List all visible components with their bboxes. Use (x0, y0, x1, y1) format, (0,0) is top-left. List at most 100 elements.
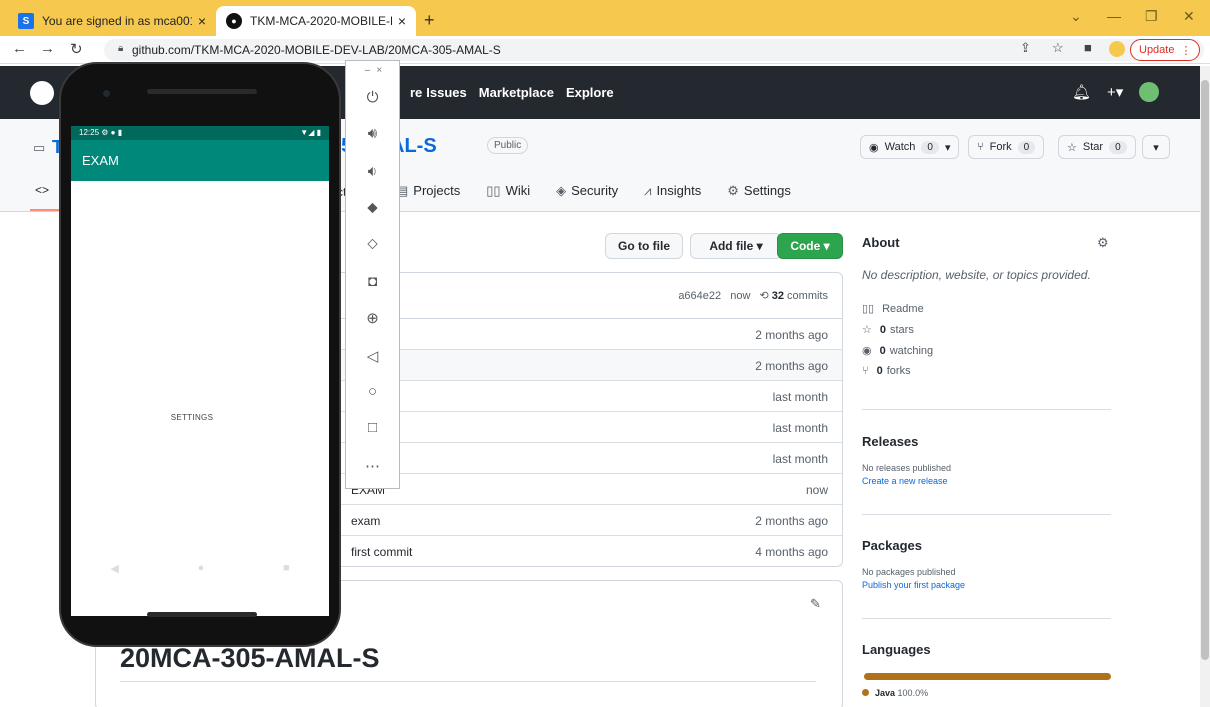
table-row[interactable]: last month (331, 443, 842, 474)
close-tab-icon[interactable]: × (198, 13, 206, 29)
file-name[interactable]: first commit (351, 545, 412, 559)
reload-icon[interactable]: ↻ (70, 40, 83, 58)
tab-insights[interactable]: ⩘ Insights (644, 183, 701, 199)
home-icon[interactable]: ○ (346, 383, 399, 400)
tab-projects[interactable]: ▤ Projects (396, 183, 460, 199)
create-release-link[interactable]: Create a new release (862, 476, 1112, 486)
browser-tabstrip: S You are signed in as mca001 × ● TKM-MC… (0, 0, 1210, 36)
divider (862, 409, 1111, 410)
edit-pencil-icon[interactable]: ✎ (810, 596, 821, 612)
commit-time: now (730, 290, 751, 302)
commit-count-label[interactable]: commits (787, 290, 828, 302)
overview-icon[interactable]: □ (346, 419, 399, 436)
nav-item-partial[interactable]: re (410, 85, 422, 100)
code-label: Code (790, 239, 821, 253)
table-row[interactable]: EXAM now (331, 474, 842, 505)
readme-link[interactable]: ▯▯ Readme (862, 302, 1112, 316)
watch-button[interactable]: ◉ Watch 0 ▾ (860, 135, 960, 159)
notification-bell-icon[interactable]: 🔔︎ (1072, 83, 1091, 101)
back-icon[interactable]: ◁ (346, 347, 399, 365)
active-tab-underline (30, 209, 60, 211)
camera-icon[interactable]: ◘ (346, 273, 399, 290)
table-row[interactable]: first commit 4 months ago (331, 536, 842, 566)
packages-section: Packages No packages published Publish y… (862, 538, 1112, 590)
new-tab-button[interactable]: + (424, 10, 435, 31)
power-icon[interactable]: ⏻ (346, 89, 399, 106)
volume-down-icon[interactable]: 🔉︎ (346, 163, 399, 180)
bookmark-star-icon[interactable]: ☆ (1052, 40, 1064, 56)
gear-icon[interactable]: ⚙ (1097, 235, 1109, 251)
file-name[interactable]: exam (351, 514, 380, 528)
page-scrollbar-thumb[interactable] (1201, 80, 1209, 660)
commit-count[interactable]: 32 (772, 290, 784, 302)
publish-package-link[interactable]: Publish your first package (862, 580, 1112, 590)
code-icon[interactable]: <> (35, 183, 49, 197)
packages-title[interactable]: Packages (862, 538, 1112, 553)
commit-hash[interactable]: a664e22 (678, 290, 721, 302)
browser-tab-github[interactable]: ● TKM-MCA-2020-MOBILE-DEV-LA × (216, 6, 416, 36)
share-icon[interactable]: ⇪ (1020, 40, 1031, 56)
file-time: 2 months ago (755, 514, 828, 528)
tab-security[interactable]: ◈ Security (556, 183, 618, 199)
eye-icon: ◉ (862, 345, 872, 357)
stars-count: 0 (879, 323, 886, 336)
update-button[interactable]: Update ⋮ (1130, 39, 1201, 61)
emulator-screen[interactable]: 12:25 ⚙ ● ▮ ▼◢ ▮ EXAM SETTINGS (71, 126, 329, 616)
create-new-icon[interactable]: +▾ (1107, 83, 1123, 101)
restore-icon[interactable]: ❐ (1145, 8, 1158, 25)
github-logo-icon[interactable] (30, 81, 54, 105)
releases-title[interactable]: Releases (862, 434, 1112, 449)
close-tab-icon[interactable]: × (398, 13, 406, 29)
history-icon: ⟲ (759, 290, 769, 302)
table-row[interactable]: last month (331, 381, 842, 412)
back-icon[interactable]: ← (12, 40, 27, 57)
star-count: 0 (1109, 140, 1127, 154)
side-panel-icon[interactable]: ■ (1084, 40, 1092, 55)
go-to-file-button[interactable]: Go to file (605, 233, 683, 259)
packages-empty: No packages published (862, 567, 956, 577)
settings-text[interactable]: SETTINGS (71, 413, 313, 422)
forks-link[interactable]: ⑂ 0 forks (862, 365, 1112, 377)
forward-icon[interactable]: → (40, 40, 55, 57)
browser-toolbar: ← → ↻ 🔒︎ github.com/TKM-MCA-2020-MOBILE-… (0, 36, 1210, 64)
more-icon[interactable]: ⋯ (346, 457, 399, 475)
star-dropdown-button[interactable]: ▾ (1142, 135, 1170, 159)
back-icon[interactable]: ◀ (110, 562, 118, 575)
table-row[interactable]: 2 months ago (331, 350, 842, 381)
add-file-button[interactable]: Add file ▾ (690, 233, 782, 259)
volume-up-icon[interactable]: 🔊︎ (346, 125, 399, 142)
watching-link[interactable]: ◉ 0 watching (862, 344, 1112, 358)
home-icon[interactable]: ● (198, 562, 205, 574)
minimize-icon[interactable]: — (1107, 8, 1121, 24)
tab-settings[interactable]: ⚙ Settings (727, 183, 791, 199)
star-button[interactable]: ☆ Star 0 (1058, 135, 1136, 159)
chevron-down-icon: ▾ (944, 141, 951, 154)
nav-item-marketplace[interactable]: Marketplace (479, 85, 554, 100)
tab-search-icon[interactable]: ⌄ (1070, 8, 1082, 25)
nav-item-issues[interactable]: Issues (426, 85, 466, 100)
tab-label: Wiki (505, 183, 531, 198)
stars-link[interactable]: ☆ 0 stars (862, 323, 1112, 337)
browser-tab-signin[interactable]: S You are signed in as mca001 × (8, 6, 216, 36)
code-button[interactable]: Code ▾ (777, 233, 843, 259)
table-row[interactable]: last month (331, 412, 842, 443)
address-bar[interactable]: 🔒︎ github.com/TKM-MCA-2020-MOBILE-DEV-LA… (104, 39, 1204, 61)
overview-icon[interactable]: ■ (283, 562, 290, 574)
language-name[interactable]: Java (875, 688, 895, 698)
table-row[interactable]: exam 2 months ago (331, 505, 842, 536)
table-row[interactable]: 2 months ago (331, 319, 842, 350)
profile-avatar[interactable] (1109, 41, 1125, 57)
rotate-left-icon[interactable]: ⬥ (346, 199, 399, 216)
divider (862, 618, 1111, 619)
nav-item-explore[interactable]: Explore (566, 85, 614, 100)
tab-wiki[interactable]: ▯▯ Wiki (486, 183, 530, 199)
android-emulator: 12:25 ⚙ ● ▮ ▼◢ ▮ EXAM SETTINGS ◀ ● ■ (59, 62, 341, 647)
user-avatar[interactable] (1139, 82, 1160, 102)
rotate-right-icon[interactable]: ⬦ (346, 235, 399, 252)
file-time: last month (772, 421, 828, 435)
close-window-icon[interactable]: ✕ (1183, 8, 1195, 25)
file-time: now (805, 483, 828, 497)
emulator-window-controls[interactable]: –× (346, 65, 399, 76)
fork-button[interactable]: ⑂ Fork 0 (968, 135, 1045, 159)
zoom-icon[interactable]: ⊕ (346, 309, 399, 327)
